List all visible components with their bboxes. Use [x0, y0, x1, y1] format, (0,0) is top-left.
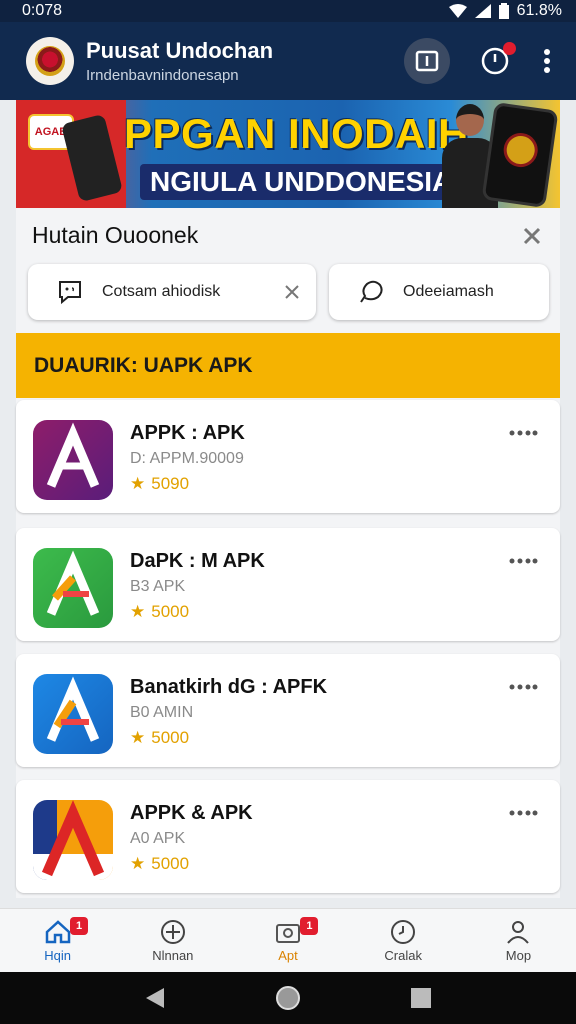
app-icon-a-green	[33, 548, 113, 628]
app-list-item[interactable]: Banatkirh dG : APFK B0 AMIN ★ 5000	[16, 654, 560, 767]
app-rating-value: 5090	[151, 474, 190, 493]
chat-filter-pill[interactable]: Cotsam ahiodisk	[28, 264, 316, 320]
nav-item-compass[interactable]: Nlnnan	[115, 909, 230, 972]
app-meta: D: APPM.90009	[130, 450, 244, 467]
app-list-item[interactable]: APPK & APK A0 APK ★ 5000	[16, 780, 560, 893]
app-rating: ★ 5000	[130, 602, 189, 622]
app-name: APPK & APK	[130, 802, 253, 824]
clear-icon[interactable]	[284, 284, 300, 300]
close-icon	[523, 227, 541, 245]
nav-label: Hqin	[44, 948, 71, 963]
app-meta: B0 AMIN	[130, 704, 194, 721]
status-battery: 61.8%	[516, 2, 562, 19]
app-bar: Puusat Undochan Irndenbavnindonesapn	[0, 22, 576, 100]
star-icon: ★	[130, 854, 146, 873]
app-icon-a-purple	[33, 420, 113, 500]
battery-icon	[498, 3, 509, 19]
compass-icon	[159, 918, 187, 946]
more-horizontal-icon[interactable]	[508, 808, 538, 818]
app-rating: ★ 5090	[130, 474, 189, 494]
app-meta: B3 APK	[130, 578, 186, 595]
nav-label: Cralak	[384, 948, 422, 963]
star-icon: ★	[130, 728, 146, 747]
home-circle-icon[interactable]	[274, 984, 302, 1012]
app-icon-a-blue	[33, 674, 113, 754]
chat-bubble-icon	[56, 277, 86, 307]
app-subtitle: Irndenbavnindonesapn	[86, 67, 239, 84]
share-filter-label: Odeeiamash	[403, 283, 494, 300]
app-icon-a-tricolor	[33, 800, 113, 880]
nav-label: Nlnnan	[152, 948, 194, 963]
nav-item-home[interactable]: Hqin 1	[0, 909, 115, 972]
more-vertical-icon	[544, 49, 550, 73]
more-horizontal-icon[interactable]	[508, 428, 538, 438]
share-bubble-icon	[357, 277, 387, 307]
app-rating-value: 5000	[151, 602, 190, 621]
share-filter-pill[interactable]: Odeeiamash	[329, 264, 549, 320]
nav-item-profile[interactable]: Mop	[461, 909, 576, 972]
app-logo	[26, 37, 74, 85]
status-time: 0:078	[22, 2, 63, 19]
clock-icon	[389, 918, 417, 946]
status-icons: 61.8%	[448, 2, 562, 20]
app-rating-value: 5000	[151, 854, 190, 873]
app-rating-value: 5000	[151, 728, 190, 747]
app-rating: ★ 5000	[130, 728, 189, 748]
app-rating: ★ 5000	[130, 854, 189, 874]
app-title: Puusat Undochan	[86, 38, 274, 63]
banner-phone-seal-image	[481, 102, 559, 208]
star-icon: ★	[130, 602, 146, 621]
app-name: Banatkirh dG : APFK	[130, 676, 328, 698]
alert-badge	[503, 42, 516, 55]
sheet-close-button[interactable]	[520, 224, 544, 248]
sheet-title: Hutain Ouoonek	[32, 222, 199, 248]
app-meta: A0 APK	[130, 830, 186, 847]
app-list-item[interactable]: DaPK : M APK B3 APK ★ 5000	[16, 528, 560, 641]
profile-icon	[504, 918, 532, 946]
signal-icon	[474, 4, 491, 18]
promo-banner[interactable]: AGAB PPGAN INODAIH NGIULA UNDDONESIA	[16, 100, 560, 208]
banner-headline: PPGAN INODAIH	[124, 110, 469, 157]
banner-phone-image	[60, 113, 124, 203]
app-list-item[interactable]: APPK : APK D: APPM.90009 ★ 5090	[16, 400, 560, 513]
nav-badge: 1	[300, 917, 319, 935]
more-menu-button[interactable]	[532, 38, 562, 84]
camera-icon	[274, 918, 302, 946]
nav-item-clock[interactable]: Cralak	[346, 909, 461, 972]
recents-icon[interactable]	[410, 987, 432, 1009]
content-sheet: Hutain Ouoonek Cotsam ahiodisk Odeeiamas…	[16, 208, 560, 898]
chat-filter-label: Cotsam ahiodisk	[102, 283, 221, 300]
bottom-nav: Hqin 1 Nlnnan Apt 1 Cralak Mop	[0, 908, 576, 972]
window-button[interactable]	[404, 38, 450, 84]
nav-item-apps[interactable]: Apt 1	[230, 909, 345, 972]
more-horizontal-icon[interactable]	[508, 682, 538, 692]
nav-label: Apt	[278, 948, 298, 963]
nav-label: Mop	[505, 948, 532, 963]
alert-button[interactable]	[472, 38, 518, 84]
more-horizontal-icon[interactable]	[508, 556, 538, 566]
wifi-icon	[448, 4, 467, 18]
app-name: DaPK : M APK	[130, 550, 265, 572]
status-bar: 0:078 61.8%	[0, 0, 576, 22]
system-nav-bar	[0, 972, 576, 1024]
home-icon	[44, 918, 72, 946]
banner-subheadline: NGIULA UNDDONESIA	[140, 164, 463, 200]
window-icon	[415, 50, 439, 72]
back-icon[interactable]	[144, 986, 166, 1010]
banner-left-graphic: AGAB	[16, 100, 126, 208]
star-icon: ★	[130, 474, 146, 493]
nav-badge: 1	[70, 917, 88, 935]
app-name: APPK : APK	[130, 422, 245, 444]
section-header: DUAURIK: UAPK APK	[16, 333, 560, 398]
